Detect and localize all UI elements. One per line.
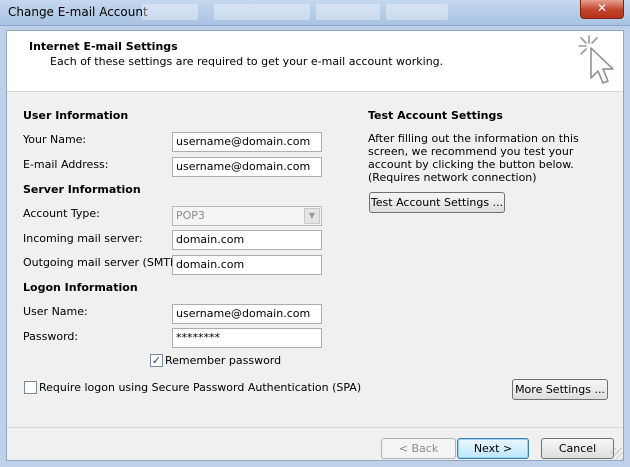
cursor-click-icon: [578, 35, 614, 84]
close-button[interactable]: ✕: [580, 0, 624, 19]
resize-grip[interactable]: [611, 448, 623, 460]
server-information-heading: Server Information: [23, 183, 141, 196]
cancel-button[interactable]: Cancel: [541, 438, 614, 459]
chevron-down-icon: ▼: [304, 208, 320, 224]
background-ghost: [142, 4, 198, 20]
remember-password-checkbox[interactable]: ✓: [150, 354, 163, 367]
outgoing-server-label: Outgoing mail server (SMTP):: [23, 256, 185, 269]
test-account-heading: Test Account Settings: [368, 109, 503, 122]
spa-checkbox[interactable]: [24, 381, 37, 394]
test-account-settings-button[interactable]: Test Account Settings ...: [369, 192, 505, 213]
account-type-value: POP3: [176, 209, 205, 222]
title-bar: Change E-mail Account ✕: [0, 0, 630, 26]
user-name-label: User Name:: [23, 305, 88, 318]
close-icon: ✕: [596, 1, 608, 15]
background-ghost: [214, 4, 310, 20]
password-label: Password:: [23, 330, 79, 343]
next-button[interactable]: Next >: [457, 438, 529, 459]
your-name-label: Your Name:: [23, 133, 87, 146]
back-button[interactable]: < Back: [381, 438, 456, 459]
window-frame: Internet E-mail Settings Each of these s…: [0, 26, 630, 467]
more-settings-button[interactable]: More Settings ...: [512, 379, 608, 400]
header-subtitle: Each of these settings are required to g…: [50, 55, 444, 68]
user-name-input[interactable]: username@domain.com: [172, 304, 322, 324]
account-type-select: POP3 ▼: [172, 206, 322, 226]
account-type-label: Account Type:: [23, 207, 100, 220]
background-ghost: [386, 4, 448, 20]
header-title: Internet E-mail Settings: [29, 40, 178, 53]
email-address-input[interactable]: username@domain.com: [172, 157, 322, 177]
window-title: Change E-mail Account: [8, 5, 148, 19]
email-address-label: E-mail Address:: [23, 158, 109, 171]
incoming-server-input[interactable]: domain.com: [172, 230, 322, 250]
dialog-header: Internet E-mail Settings Each of these s…: [7, 31, 623, 92]
remember-password-label: Remember password: [165, 354, 282, 367]
test-account-description: After filling out the information on thi…: [368, 132, 579, 184]
password-input[interactable]: ********: [172, 328, 322, 348]
logon-information-heading: Logon Information: [23, 281, 138, 294]
dialog-body: Internet E-mail Settings Each of these s…: [6, 30, 624, 461]
outgoing-server-input[interactable]: domain.com: [172, 255, 322, 275]
user-information-heading: User Information: [23, 109, 129, 122]
incoming-server-label: Incoming mail server:: [23, 232, 143, 245]
your-name-input[interactable]: username@domain.com: [172, 132, 322, 152]
footer-separator: [7, 427, 623, 428]
spa-label: Require logon using Secure Password Auth…: [39, 381, 362, 394]
background-ghost: [316, 4, 380, 20]
